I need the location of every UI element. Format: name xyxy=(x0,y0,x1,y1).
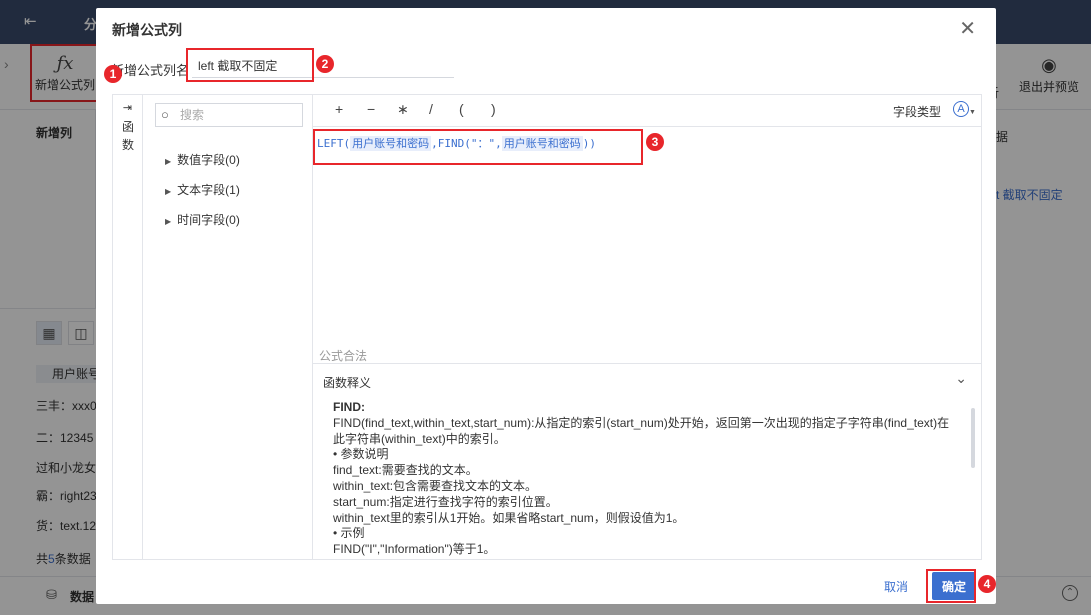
formula-editor: ⇥ 函数 ○ ▶ 数值字段(0) ▶ 文本字段(1) ▶ 时间字段(0) + − ∗ xyxy=(112,94,982,560)
expand-arrow-icon: ⇥ xyxy=(122,102,133,114)
explain-line: FIND(find_text,within_text,start_num):从指… xyxy=(333,415,950,430)
function-name: FIND: xyxy=(333,400,365,414)
field-search-input[interactable] xyxy=(180,106,298,124)
chevron-down-icon[interactable]: ⌄ xyxy=(955,370,967,387)
explain-line: find_text:需要查找的文本。 xyxy=(333,463,478,478)
operator-divide[interactable]: / xyxy=(429,101,433,117)
close-icon[interactable]: ✕ xyxy=(959,16,976,41)
dialog-title: 新增公式列 xyxy=(112,22,182,38)
explain-line: within_text里的索引从1开始。如果省略start_num，则假设值为1… xyxy=(333,510,685,525)
tree-item-numeric-fields[interactable]: ▶ 数值字段(0) xyxy=(165,151,240,168)
functions-tab-label: 函数 xyxy=(121,120,134,152)
operator-minus[interactable]: − xyxy=(367,101,375,117)
field-search: ○ xyxy=(155,103,303,127)
explain-line: 此字符串(within_text)中的索引。 xyxy=(333,431,506,446)
tree-item-time-fields[interactable]: ▶ 时间字段(0) xyxy=(165,211,240,228)
highlight-box-formula xyxy=(313,129,643,165)
tree-item-label: 数值字段(0) xyxy=(177,153,240,167)
highlight-box-confirm xyxy=(926,569,976,603)
annotation-badge-1: 1 xyxy=(104,65,122,83)
tree-item-label: 时间字段(0) xyxy=(177,213,240,227)
explanation-scrollbar[interactable] xyxy=(971,408,975,468)
functions-tab[interactable]: ⇥ 函数 xyxy=(113,95,143,559)
caret-down-icon[interactable]: ▼ xyxy=(969,109,976,116)
caret-right-icon: ▶ xyxy=(165,157,172,166)
search-icon: ○ xyxy=(161,107,169,122)
tree-item-label: 文本字段(1) xyxy=(177,183,240,197)
explain-line: start_num:指定进行查找字符的索引位置。 xyxy=(333,494,558,509)
explain-line: within_text:包含需要查找文本的文本。 xyxy=(333,478,538,493)
annotation-badge-4: 4 xyxy=(978,575,996,593)
caret-right-icon: ▶ xyxy=(165,217,172,226)
highlight-box-name xyxy=(186,48,314,82)
field-type-icon[interactable]: A xyxy=(953,101,969,117)
operator-close-paren[interactable]: ) xyxy=(491,101,496,117)
cancel-button[interactable]: 取消 xyxy=(872,572,920,600)
field-panel: ○ ▶ 数值字段(0) ▶ 文本字段(1) ▶ 时间字段(0) xyxy=(143,95,313,559)
new-formula-column-dialog: 新增公式列 ✕ 新增公式列名 ⇥ 函数 ○ ▶ 数值字段(0) ▶ 文本字段(1) … xyxy=(96,8,996,604)
function-explanation-panel: 函数释义 ⌄ FIND: FIND(find_text,within_text,… xyxy=(313,363,981,559)
tree-item-text-fields[interactable]: ▶ 文本字段(1) xyxy=(165,181,240,198)
operator-bar: + − ∗ / ( ) 字段类型 A ▼ xyxy=(313,95,981,127)
formula-valid-status: 公式合法 xyxy=(319,349,368,363)
field-type-label: 字段类型 xyxy=(893,105,942,119)
annotation-badge-3: 3 xyxy=(646,133,664,151)
function-explanation-title: 函数释义 xyxy=(323,376,372,390)
explain-line: • 示例 xyxy=(333,526,365,541)
annotation-badge-2: 2 xyxy=(316,55,334,73)
caret-right-icon: ▶ xyxy=(165,187,172,196)
operator-open-paren[interactable]: ( xyxy=(459,101,464,117)
explain-line: FIND("I","Information")等于1。 xyxy=(333,542,496,557)
operator-plus[interactable]: + xyxy=(335,101,343,117)
explain-line: • 参数说明 xyxy=(333,447,389,462)
function-explanation-body: FIND: FIND(find_text,within_text,start_n… xyxy=(333,400,959,560)
formula-area: + − ∗ / ( ) 字段类型 A ▼ LEFT(用户账号和密码 ,FIND("… xyxy=(313,95,981,359)
column-name-label: 新增公式列名 xyxy=(111,63,190,78)
operator-multiply[interactable]: ∗ xyxy=(397,101,409,118)
